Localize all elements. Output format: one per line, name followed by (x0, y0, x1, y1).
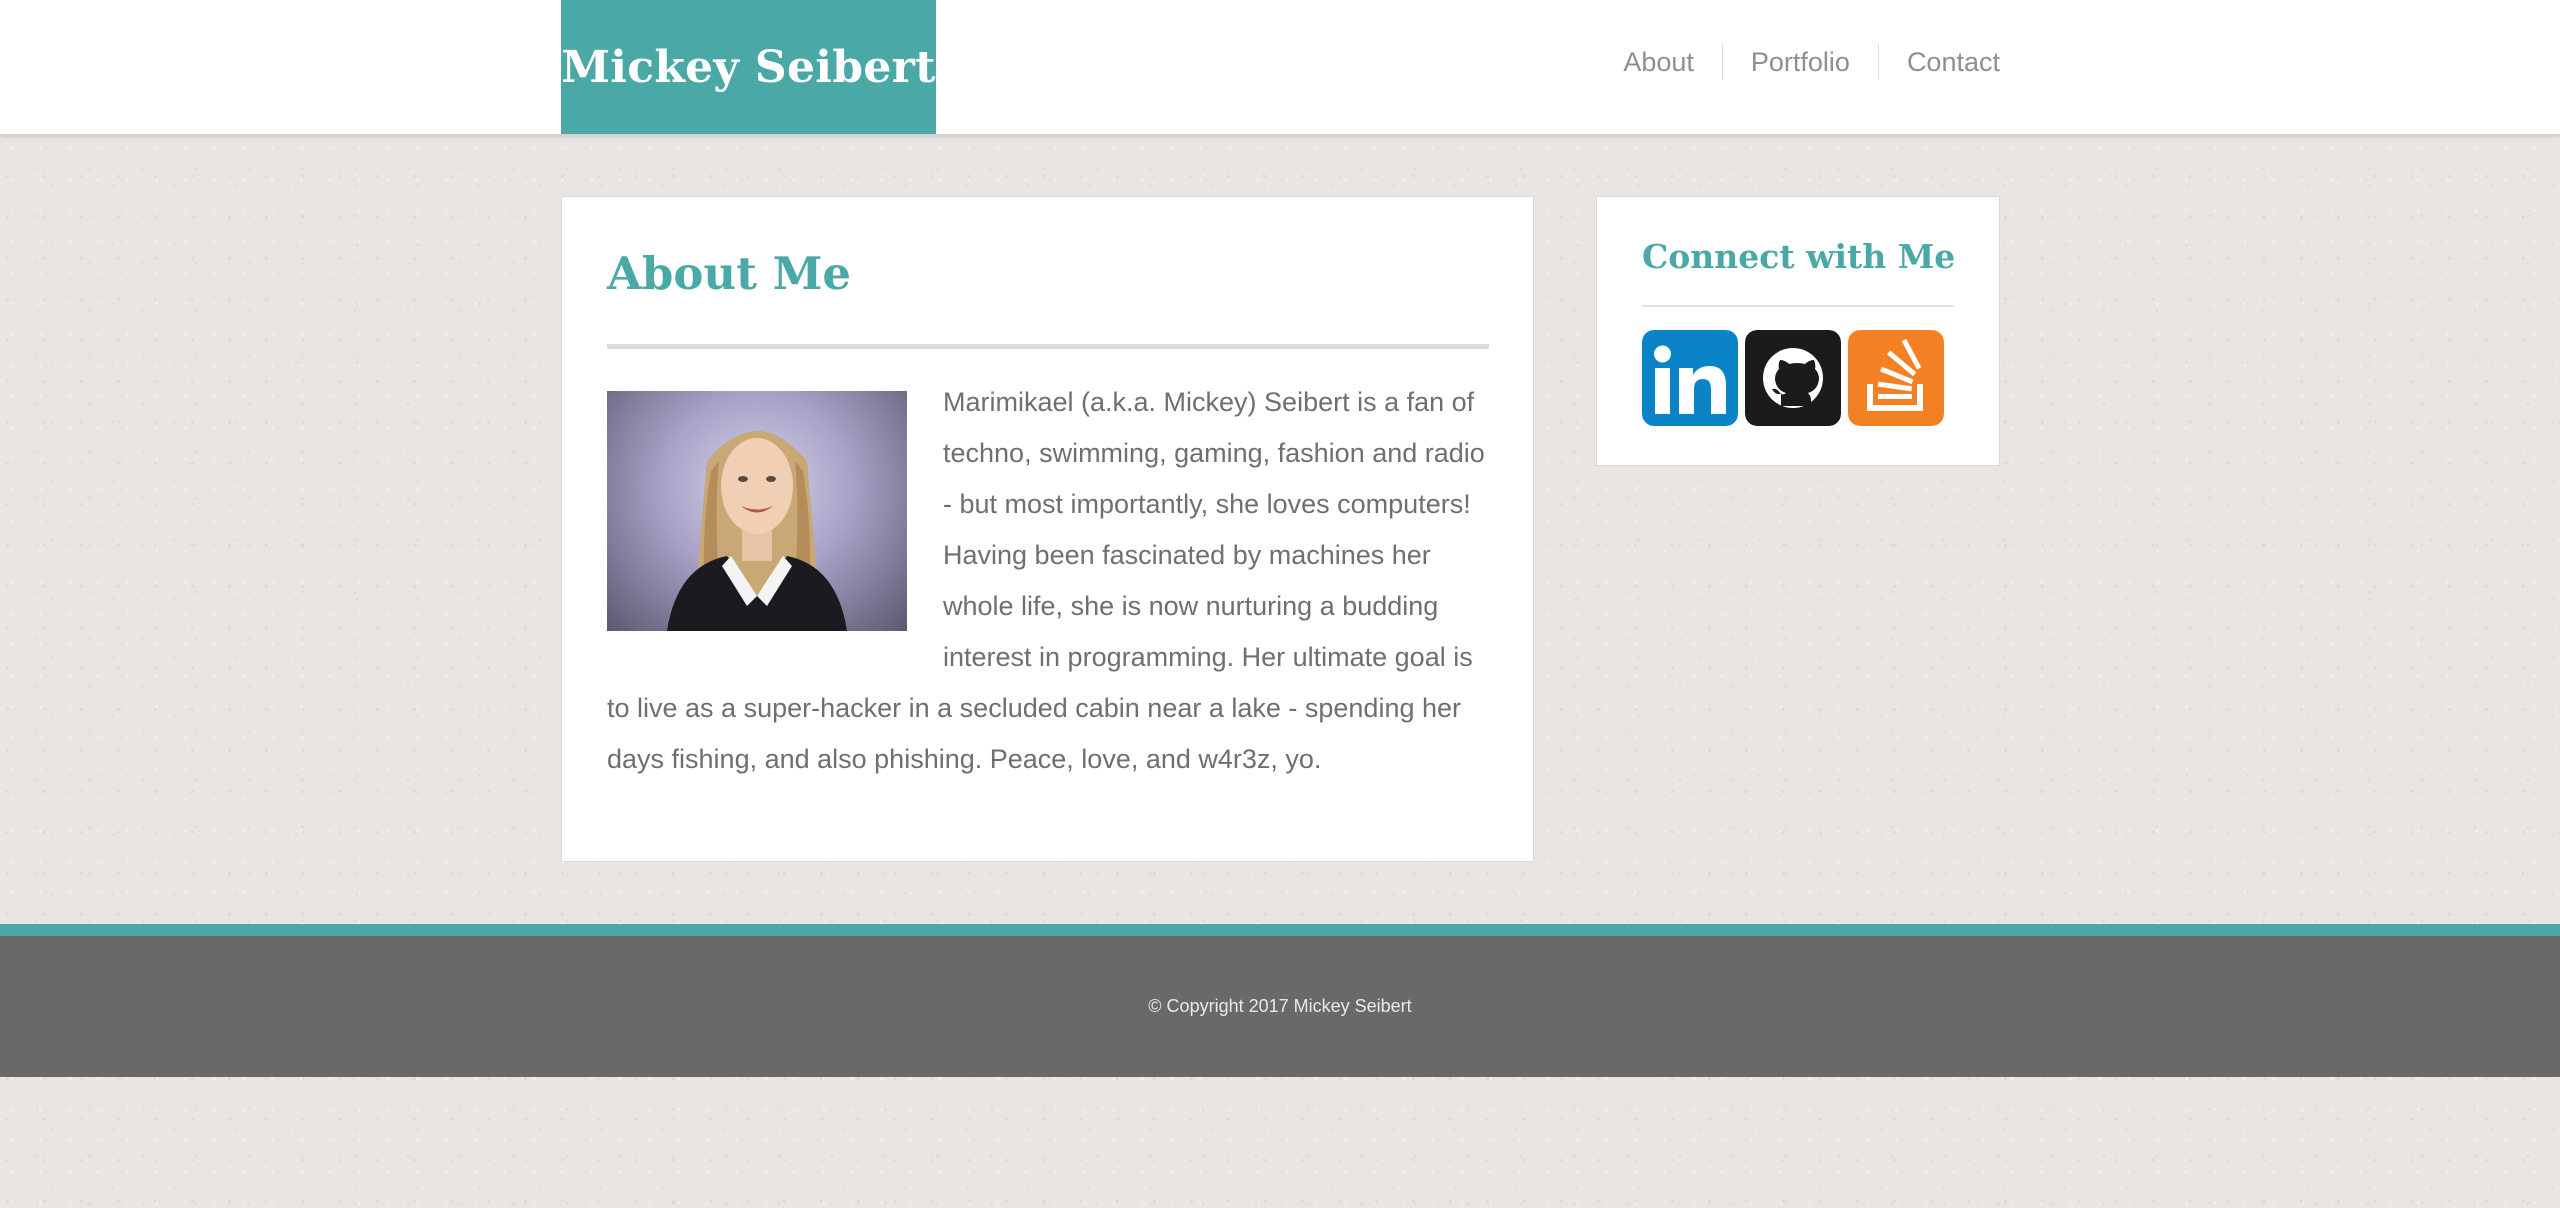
about-body: Marimikael (a.k.a. Mickey) Seibert is a … (607, 377, 1492, 785)
github-link[interactable] (1745, 330, 1841, 426)
github-icon[interactable] (1745, 330, 1841, 426)
social-links (1642, 330, 1944, 426)
portrait-illustration (667, 431, 847, 631)
linkedin-icon[interactable] (1642, 330, 1738, 426)
connect-divider (1642, 305, 1954, 307)
linkedin-link[interactable] (1642, 330, 1738, 426)
site-footer: © Copyright 2017 Mickey Seibert (0, 936, 2560, 1077)
site-header: Mickey Seibert About Portfolio Contact (0, 0, 2560, 136)
about-title: About Me (607, 247, 852, 300)
footer-accent-bar (0, 924, 2560, 936)
about-card: About Me Marimikael (a.k.a. Mickey) Seib… (561, 196, 1534, 862)
nav-link-about[interactable]: About (1595, 44, 1722, 80)
stackoverflow-icon[interactable] (1848, 330, 1944, 426)
connect-card: Connect with Me (1596, 196, 2000, 466)
title-divider (607, 344, 1489, 349)
profile-photo (607, 391, 907, 631)
nav-link-portfolio[interactable]: Portfolio (1721, 44, 1878, 80)
nav-link-contact[interactable]: Contact (1877, 44, 2000, 80)
brand-logo[interactable]: Mickey Seibert (561, 0, 936, 134)
stackoverflow-link[interactable] (1848, 330, 1944, 426)
site-title[interactable]: Mickey Seibert (561, 42, 936, 93)
connect-title: Connect with Me (1642, 237, 1956, 276)
copyright-text: © Copyright 2017 Mickey Seibert (1148, 996, 1412, 1016)
main-nav: About Portfolio Contact (1595, 44, 2000, 80)
